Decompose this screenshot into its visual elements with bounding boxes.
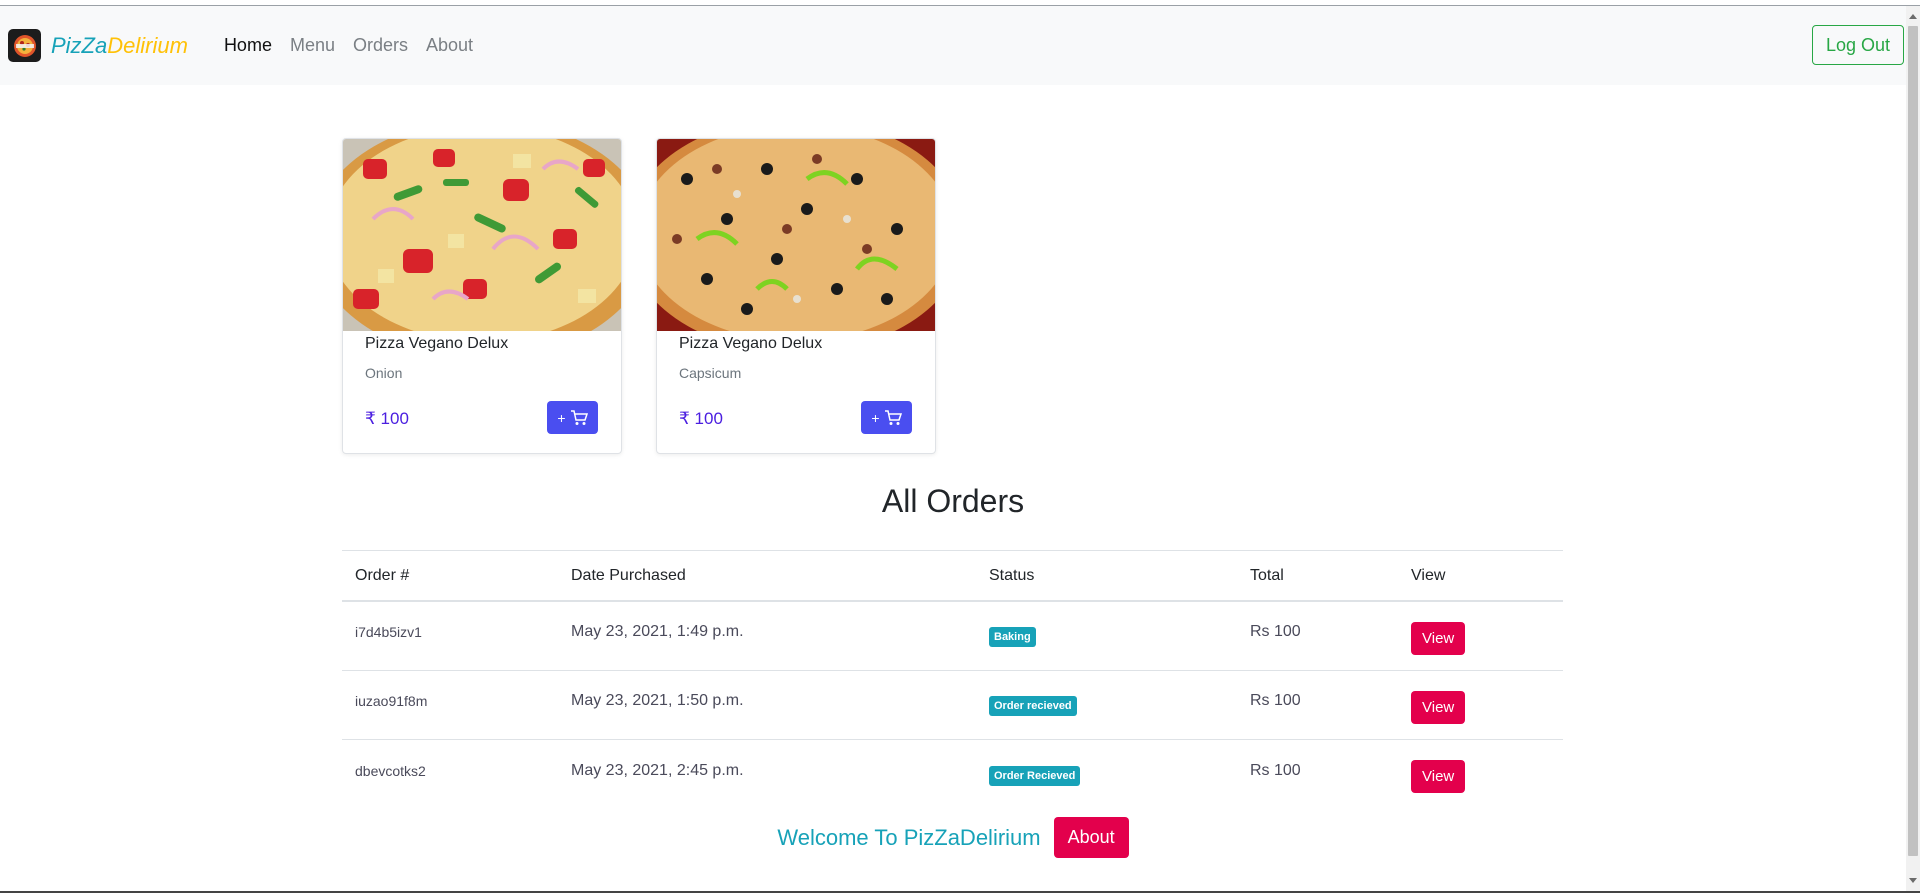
nav-item-about[interactable]: About <box>417 35 482 56</box>
brand-name[interactable]: PizZaDelirium <box>51 33 188 59</box>
column-header: Status <box>989 566 1035 584</box>
order-date: May 23, 2021, 1:49 p.m. <box>571 623 744 640</box>
add-label: + <box>871 409 880 426</box>
status-badge: Baking <box>989 627 1036 647</box>
brand-name-part1: PizZa <box>51 32 108 58</box>
table-row: i7d4b5izv1 May 23, 2021, 1:49 p.m. Bakin… <box>342 602 1563 671</box>
product-price: ₹ 100 <box>679 409 723 428</box>
pizza-logo-icon[interactable] <box>8 29 41 62</box>
column-header: View <box>1411 566 1446 584</box>
product-card: Pizza Vegano Delux Capsicum ₹ 100 + <box>656 138 936 454</box>
scrollbar-thumb[interactable] <box>1908 26 1918 856</box>
about-button[interactable]: About <box>1053 817 1129 858</box>
pizza-image <box>343 139 621 331</box>
scroll-up-arrow-icon[interactable] <box>1909 14 1917 19</box>
order-view-cell: View <box>1398 610 1563 655</box>
table-header: Order # Date Purchased Status Total View <box>342 550 1563 602</box>
order-total: Rs 100 <box>1250 623 1301 640</box>
brand-name-part2: Delirium <box>107 32 188 58</box>
brand[interactable]: PizZaDelirium <box>8 29 188 62</box>
welcome-text: Welcome To PizZaDelirium <box>777 824 1041 850</box>
product-name: Pizza Vegano Delux <box>365 335 509 352</box>
order-id: i7d4b5izv1 <box>355 624 422 640</box>
order-view-cell: View <box>1398 679 1563 724</box>
orders-title: All Orders <box>881 483 1025 519</box>
order-view-cell: View <box>1398 748 1563 793</box>
nav-item-orders[interactable]: Orders <box>344 35 417 56</box>
nav-item-menu[interactable]: Menu <box>281 35 344 56</box>
order-date: May 23, 2021, 2:45 p.m. <box>571 761 744 779</box>
product-card: Pizza Vegano Delux Onion ₹ 100 + <box>342 138 622 454</box>
column-header: Total <box>1250 566 1284 584</box>
order-total: Rs 100 <box>1250 761 1301 779</box>
column-header: Order # <box>355 566 410 584</box>
vertical-scrollbar[interactable] <box>1906 6 1920 893</box>
order-date: May 23, 2021, 1:50 p.m. <box>571 692 744 709</box>
order-status-cell: Order recieved <box>976 686 1237 716</box>
status-badge: Order Recieved <box>989 765 1081 786</box>
add-label: + <box>557 409 566 426</box>
column-header: Date Purchased <box>571 566 686 584</box>
orders-table: Order # Date Purchased Status Total View… <box>342 550 1563 809</box>
product-name: Pizza Vegano Delux <box>679 335 823 352</box>
table-row: iuzao91f8m May 23, 2021, 1:50 p.m. Order… <box>342 671 1563 740</box>
order-total: Rs 100 <box>1250 692 1301 709</box>
order-id: dbevcotks2 <box>355 762 426 779</box>
product-topping: Capsicum <box>679 365 742 381</box>
scroll-down-arrow-icon[interactable] <box>1909 878 1917 883</box>
welcome-section: Welcome To PizZaDelirium About <box>0 817 1906 858</box>
add-to-cart-button[interactable]: + <box>861 401 912 434</box>
nav-menu: Home Menu Orders About <box>215 35 482 56</box>
product-topping: Onion <box>365 365 403 381</box>
view-order-button[interactable]: View <box>1411 621 1466 655</box>
view-order-button[interactable]: View <box>1411 760 1466 793</box>
order-status-cell: Order Recieved <box>976 756 1237 786</box>
product-price: ₹ 100 <box>365 409 409 428</box>
status-badge: Order recieved <box>989 696 1077 716</box>
view-order-button[interactable]: View <box>1411 690 1466 724</box>
logout-button[interactable]: Log Out <box>1812 25 1904 65</box>
pizza-image <box>657 139 935 331</box>
cart-icon <box>884 409 902 425</box>
add-to-cart-button[interactable]: + <box>547 401 598 434</box>
cart-icon <box>570 409 588 425</box>
nav-item-home[interactable]: Home <box>215 35 281 56</box>
order-id: iuzao91f8m <box>355 693 428 709</box>
navbar: PizZaDelirium Home Menu Orders About Log… <box>0 6 1906 85</box>
table-row: dbevcotks2 May 23, 2021, 2:45 p.m. Order… <box>342 740 1563 809</box>
order-status-cell: Baking <box>976 617 1237 647</box>
